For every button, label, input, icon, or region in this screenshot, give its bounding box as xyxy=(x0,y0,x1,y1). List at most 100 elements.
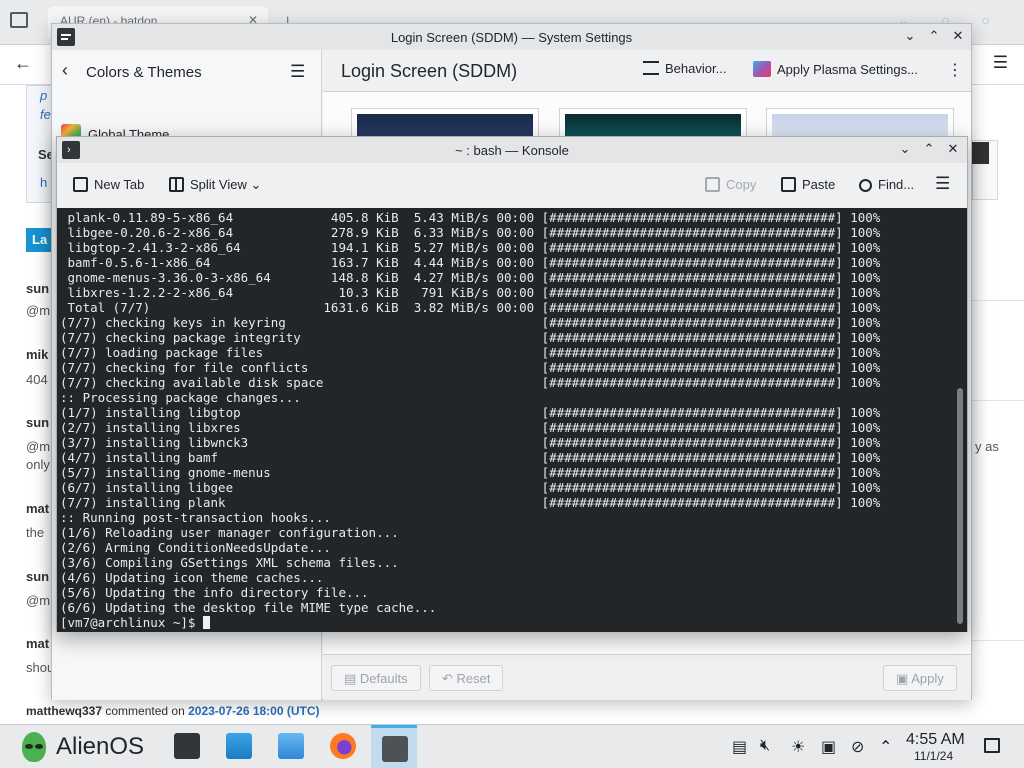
clipboard-icon[interactable]: ▤ xyxy=(732,737,747,757)
firefox-icon xyxy=(330,733,356,759)
clock-date[interactable]: 11/1/24 xyxy=(914,749,953,763)
apply-plasma-button-label: Apply Plasma Settings... xyxy=(777,62,918,77)
hamburger-menu-icon[interactable]: ☰ xyxy=(290,62,305,82)
defaults-button[interactable]: ▤ Defaults xyxy=(331,665,421,691)
comment-text: only xyxy=(26,457,50,472)
back-chevron-icon[interactable]: ‹ xyxy=(62,60,68,81)
network-icon[interactable]: ⊘ xyxy=(851,737,864,757)
back-arrow-icon[interactable]: ← xyxy=(14,53,32,74)
application-launcher-alien-icon[interactable] xyxy=(22,732,46,762)
terminal-prompt-line[interactable]: [vm7@archlinux ~]$ xyxy=(60,615,967,630)
divider xyxy=(972,640,1024,641)
defaults-button-label: Defaults xyxy=(359,671,408,686)
comment-author[interactable]: sun xyxy=(26,569,49,584)
terminal-line: (7/7) checking keys in keyring [########… xyxy=(60,315,881,330)
apply-plasma-settings-button[interactable]: Apply Plasma Settings... xyxy=(753,61,918,77)
hamburger-menu-icon[interactable]: ☰ xyxy=(935,174,950,194)
chevron-up-icon[interactable]: ⌃ xyxy=(879,737,892,757)
terminal-line: (5/7) installing gnome-menus [##########… xyxy=(60,465,881,480)
terminal-line: (1/7) installing libgtop [##############… xyxy=(60,405,881,420)
taskbar-konsole[interactable] xyxy=(371,725,417,768)
comment-author[interactable]: mat xyxy=(26,501,49,516)
folder-icon xyxy=(278,733,304,759)
terminal-line: Total (7/7) 1631.6 KiB 3.82 MiB/s 00:00 … xyxy=(60,300,881,315)
settings-titlebar[interactable]: Login Screen (SDDM) — System Settings ⌄ ⌃… xyxy=(52,24,971,50)
comment-text: 404 xyxy=(26,372,48,387)
konsole-icon xyxy=(382,736,408,762)
terminal-line: gnome-menus-3.36.0-3-x86_64 148.8 KiB 4.… xyxy=(60,270,881,285)
terminal-line: (6/7) installing libgee [###############… xyxy=(60,480,881,495)
paste-icon xyxy=(781,177,796,192)
settings-page-header: Login Screen (SDDM) Behavior... Apply Pl… xyxy=(323,50,971,92)
comment-author[interactable]: sun xyxy=(26,281,49,296)
reset-button-label: Reset xyxy=(456,671,491,686)
maximize-icon[interactable]: ⌃ xyxy=(922,28,946,44)
terminal-line: (7/7) loading package files [###########… xyxy=(60,345,881,360)
taskbar-file-manager[interactable] xyxy=(267,725,313,768)
terminal-line: (7/7) checking package integrity [######… xyxy=(60,330,881,345)
paste-label: Paste xyxy=(802,177,836,192)
comment-header: matthewq337 commented on 2023-07-26 18:0… xyxy=(26,704,320,718)
close-icon[interactable]: ✕ xyxy=(941,141,965,157)
terminal-line: libxres-1.2.2-2-x86_64 10.3 KiB 791 KiB/… xyxy=(60,285,881,300)
behavior-button[interactable]: Behavior... xyxy=(643,61,726,76)
konsole-titlebar[interactable]: › ~ : bash — Konsole ⌄ ⌃ ✕ xyxy=(57,137,967,163)
terminal-line: (7/7) installing plank [################… xyxy=(60,495,881,510)
show-desktop-icon[interactable] xyxy=(984,738,1000,753)
comment-verb: commented on xyxy=(105,704,185,718)
more-options-icon[interactable]: ⋮ xyxy=(947,60,963,80)
copy-button[interactable]: Copy xyxy=(705,177,756,192)
comment-author[interactable]: mat xyxy=(26,636,49,651)
apply-button-label: Apply xyxy=(911,671,944,686)
terminal-line: (4/6) Updating icon theme caches... xyxy=(60,570,324,585)
close-icon[interactable]: ✕ xyxy=(946,28,970,44)
split-view-button[interactable]: Split View ⌄ xyxy=(169,177,261,193)
terminal-line: :: Running post-transaction hooks... xyxy=(60,510,331,525)
taskbar-system-settings[interactable] xyxy=(163,725,209,768)
taskbar-firefox[interactable] xyxy=(319,725,365,768)
comment-date-link[interactable]: 2023-07-26 18:00 (UTC) xyxy=(188,704,319,718)
terminal-scrollbar[interactable] xyxy=(957,388,963,624)
comment-author[interactable]: matthewq337 xyxy=(26,704,102,718)
apply-button[interactable]: ▣ Apply xyxy=(883,665,957,691)
paste-button[interactable]: Paste xyxy=(781,177,835,192)
copy-label: Copy xyxy=(726,177,757,192)
terminal-output[interactable]: plank-0.11.89-5-x86_64 405.8 KiB 5.43 Mi… xyxy=(57,208,967,632)
settings-window-title: Login Screen (SDDM) — System Settings xyxy=(390,30,633,45)
terminal-line: (3/7) installing libwnck3 [#############… xyxy=(60,435,881,450)
aur-text-fragment: h xyxy=(40,175,48,190)
terminal-line: (4/7) installing bamf [#################… xyxy=(60,450,881,465)
comment-author[interactable]: mik xyxy=(26,347,48,362)
terminal-line: libgtop-2.41.3-2-x86_64 194.1 KiB 5.27 M… xyxy=(60,240,881,255)
brightness-icon[interactable]: ☀ xyxy=(791,737,805,757)
settings-window-controls: ⌄ ⌃ ✕ xyxy=(898,28,970,44)
minimize-icon[interactable]: ⌄ xyxy=(893,141,917,157)
konsole-window-controls: ⌄ ⌃ ✕ xyxy=(893,141,965,157)
terminal-line: :: Processing package changes... xyxy=(60,390,301,405)
minimize-icon[interactable]: ⌄ xyxy=(898,28,922,44)
terminal-line: (2/7) installing libxres [##############… xyxy=(60,420,881,435)
page-title: Login Screen (SDDM) xyxy=(341,61,518,81)
find-button[interactable]: Find... xyxy=(859,177,914,192)
maximize-icon[interactable]: ⌃ xyxy=(917,141,941,157)
comment-text: the xyxy=(26,525,45,540)
new-tab-button[interactable]: New Tab xyxy=(73,177,144,192)
hamburger-menu-icon[interactable]: ☰ xyxy=(993,53,1008,73)
volume-muted-icon[interactable]: 🔇︎ xyxy=(760,737,770,755)
disk-icon[interactable]: ▣ xyxy=(821,737,836,757)
reset-button[interactable]: ↶ Reset xyxy=(429,665,504,691)
divider xyxy=(972,400,1024,401)
system-settings-icon xyxy=(174,733,200,759)
comment-text: shou xyxy=(26,660,55,675)
terminal-cursor xyxy=(203,616,210,629)
os-label[interactable]: AlienOS xyxy=(56,733,144,761)
search-icon xyxy=(859,179,872,192)
terminal-line: (2/6) Arming ConditionNeedsUpdate... xyxy=(60,540,331,555)
clock-time[interactable]: 4:55 AM xyxy=(906,731,965,749)
find-label: Find... xyxy=(878,177,915,192)
aur-side-button[interactable] xyxy=(972,142,989,164)
taskbar-discover[interactable] xyxy=(215,725,261,768)
tab-overview-icon[interactable] xyxy=(10,12,28,28)
comment-author[interactable]: sun xyxy=(26,415,49,430)
new-tab-label: New Tab xyxy=(94,177,145,192)
